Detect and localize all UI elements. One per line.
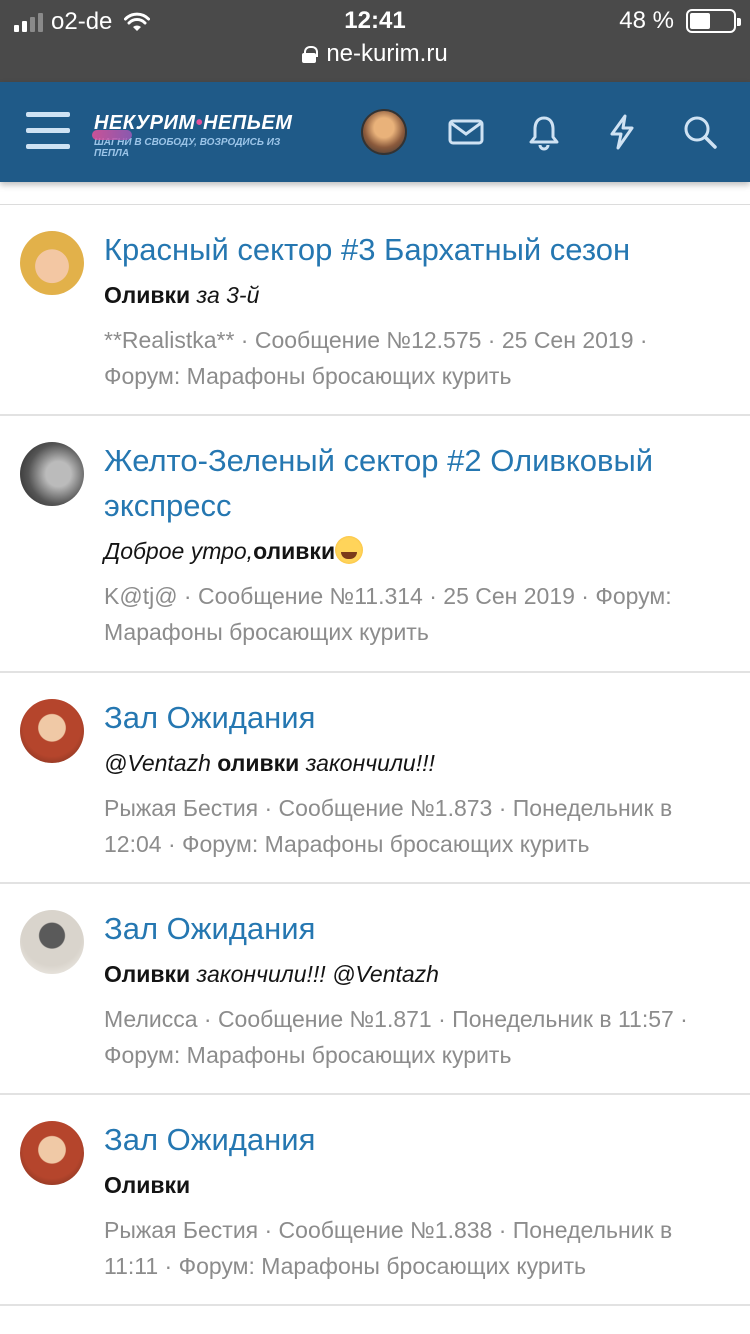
avatar[interactable]: [20, 1121, 84, 1185]
result-item[interactable]: Зал Ожидания Оливки закончили!!! @Ventaz…: [0, 884, 750, 1095]
battery-area: 48 %: [619, 7, 741, 35]
avatar[interactable]: [20, 699, 84, 763]
site-header: НЕКУРИМ•НЕПЬЕМ ШАГНИ В СВОБОДУ, ВОЗРОДИС…: [0, 82, 750, 182]
result-item[interactable]: Желто-Зеленый сектор #2 Оливковый экспре…: [0, 416, 750, 673]
result-title[interactable]: Красный сектор #3 Бархатный сезон: [104, 227, 730, 272]
star-struck-emoji-icon: [335, 536, 364, 564]
snippet-highlight: Оливки: [104, 282, 191, 308]
result-meta: **Realistka** · Сообщение №12.575 · 25 С…: [104, 327, 648, 389]
result-item[interactable]: Зал Ожидания @Ventazh оливки закончили!!…: [0, 673, 750, 884]
result-title[interactable]: Зал Ожидания: [104, 695, 730, 740]
result-title[interactable]: Зал Ожидания: [104, 1117, 730, 1162]
site-logo[interactable]: НЕКУРИМ•НЕПЬЕМ ШАГНИ В СВОБОДУ, ВОЗРОДИС…: [92, 112, 304, 159]
result-snippet: Доброе утро,оливки: [104, 536, 730, 566]
battery-level: [690, 13, 710, 29]
snippet-highlight: Оливки: [104, 1172, 191, 1198]
snippet-text: @Ventazh: [104, 750, 218, 776]
snippet-text: Доброе утро,: [104, 538, 254, 564]
logo-title-right: НЕПЬЕМ: [203, 112, 293, 134]
bell-icon[interactable]: [524, 112, 564, 152]
result-item[interactable]: Зал Ожидания Оливки Рыжая Бестия · Сообщ…: [0, 1095, 750, 1306]
result-meta: Мелисса · Сообщение №1.871 · Понедельник…: [104, 1006, 688, 1068]
snippet-highlight: оливки: [253, 538, 336, 564]
lock-icon: [302, 46, 319, 63]
result-item[interactable]: Красный сектор #3 Бархатный сезон Оливки…: [0, 205, 750, 416]
avatar[interactable]: [20, 442, 84, 506]
status-bar: o2-de 12:41 48 % ne-kurim.ru: [0, 0, 750, 82]
avatar[interactable]: [20, 231, 84, 295]
snippet-text: закончили!!! @Ventazh: [190, 961, 439, 987]
envelope-icon[interactable]: [446, 112, 486, 152]
user-avatar[interactable]: [361, 109, 407, 155]
snippet-text: за 3-й: [190, 282, 260, 308]
result-snippet: Оливки закончили!!! @Ventazh: [104, 959, 730, 989]
logo-swoosh: [92, 130, 132, 140]
result-title[interactable]: Зал Ожидания: [104, 906, 730, 951]
result-snippet: @Ventazh оливки закончили!!!: [104, 748, 730, 778]
battery-percent: 48 %: [619, 7, 674, 34]
result-meta: Рыжая Бестия · Сообщение №1.838 · Понеде…: [104, 1217, 673, 1279]
result-meta: Рыжая Бестия · Сообщение №1.873 · Понеде…: [104, 795, 673, 857]
logo-subtitle: ШАГНИ В СВОБОДУ, ВОЗРОДИСЬ ИЗ ПЕПЛА: [94, 137, 281, 159]
menu-icon[interactable]: [26, 112, 70, 150]
result-meta: K@tj@ · Сообщение №11.314 · 25 Сен 2019 …: [104, 583, 672, 645]
search-results: Красный сектор #3 Бархатный сезон Оливки…: [0, 204, 750, 1306]
address-bar[interactable]: ne-kurim.ru: [0, 40, 750, 68]
result-snippet: Оливки: [104, 1170, 730, 1200]
logo-dot: •: [195, 112, 204, 134]
snippet-highlight: Оливки: [104, 961, 191, 987]
result-snippet: Оливки за 3-й: [104, 280, 730, 310]
snippet-text: закончили!!!: [299, 750, 435, 776]
avatar[interactable]: [20, 910, 84, 974]
lightning-icon[interactable]: [602, 112, 642, 152]
snippet-highlight: оливки: [217, 750, 300, 776]
battery-icon: [686, 9, 741, 33]
result-title[interactable]: Желто-Зеленый сектор #2 Оливковый экспре…: [104, 438, 730, 528]
url-text: ne-kurim.ru: [326, 40, 448, 67]
search-icon[interactable]: [680, 112, 720, 152]
